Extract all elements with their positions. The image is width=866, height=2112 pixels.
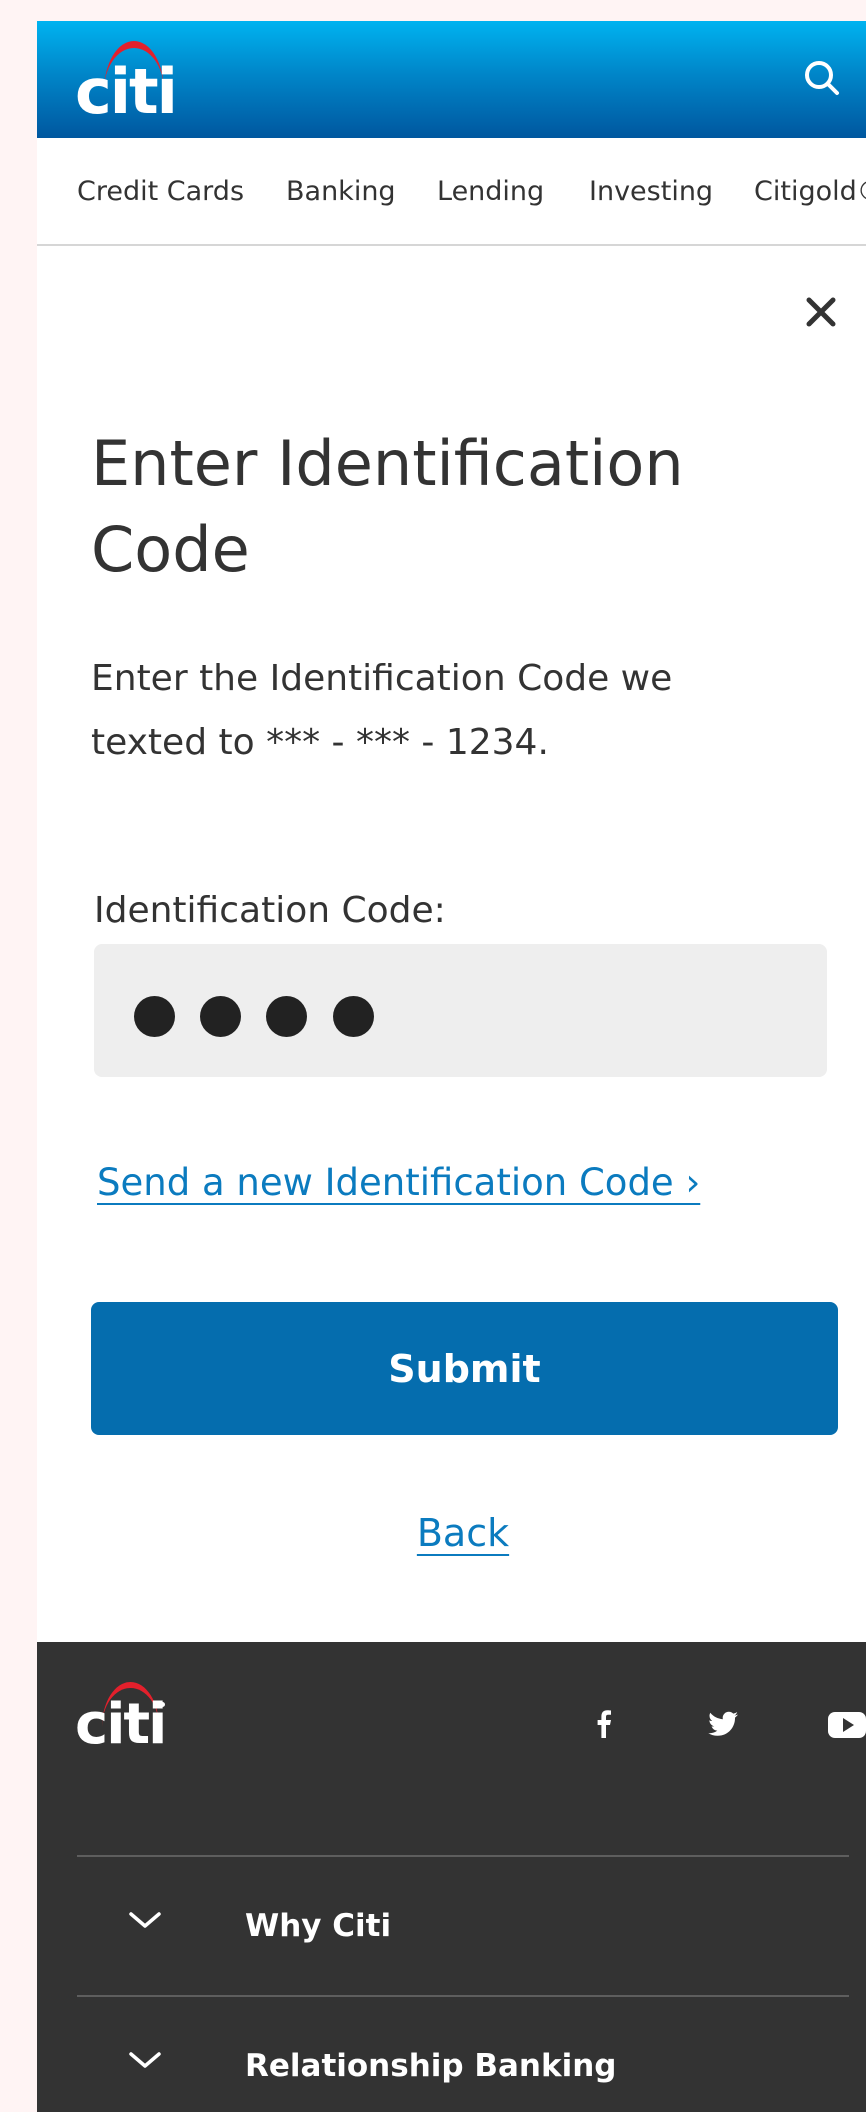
page-frame: citi Credit Cards Banking Lending Invest… bbox=[37, 21, 866, 2112]
twitter-link[interactable] bbox=[703, 1704, 743, 1744]
close-icon bbox=[806, 297, 836, 327]
citi-logo[interactable]: citi bbox=[75, 35, 178, 128]
facebook-link[interactable] bbox=[584, 1704, 624, 1744]
twitter-icon bbox=[708, 1711, 738, 1736]
masked-digit bbox=[266, 996, 307, 1037]
nav-item-banking[interactable]: Banking bbox=[286, 138, 396, 246]
masked-digit bbox=[134, 996, 175, 1037]
search-icon bbox=[805, 61, 839, 95]
nav-item-lending[interactable]: Lending bbox=[437, 138, 544, 246]
nav-item-citigold[interactable]: Citigold® bbox=[754, 138, 866, 246]
nav-item-credit-cards[interactable]: Credit Cards bbox=[77, 138, 244, 246]
youtube-icon bbox=[828, 1712, 866, 1738]
youtube-link[interactable] bbox=[827, 1704, 866, 1744]
chevron-down-icon bbox=[129, 2052, 161, 2068]
page-title: Enter Identification Code bbox=[91, 427, 684, 586]
instructions-text: Enter the Identification Code we texted … bbox=[91, 658, 673, 763]
footer-logo-wordmark: citi bbox=[75, 1692, 167, 1757]
logo-wordmark: citi bbox=[75, 55, 178, 128]
back-link[interactable]: Back bbox=[413, 1511, 513, 1555]
masked-digit bbox=[333, 996, 374, 1037]
footer-logo-registered-mark bbox=[160, 1702, 165, 1707]
facebook-icon bbox=[597, 1710, 611, 1738]
accordion-label: Relationship Banking bbox=[245, 2048, 617, 2084]
masked-digit bbox=[200, 996, 241, 1037]
main-nav: Credit Cards Banking Lending Investing C… bbox=[37, 138, 866, 246]
site-footer: citi Why Citi Relationship Banking bbox=[37, 1642, 866, 2112]
footer-citi-logo[interactable]: citi bbox=[75, 1680, 175, 1760]
close-button[interactable] bbox=[801, 292, 841, 332]
nav-item-investing[interactable]: Investing bbox=[589, 138, 713, 246]
logo-registered-mark bbox=[166, 69, 171, 74]
accordion-relationship-banking[interactable]: Relationship Banking bbox=[77, 1997, 849, 2112]
code-field-label: Identification Code: bbox=[94, 890, 446, 931]
accordion-why-citi[interactable]: Why Citi bbox=[77, 1857, 849, 1995]
identification-code-input[interactable] bbox=[94, 944, 827, 1077]
submit-button[interactable]: Submit bbox=[91, 1302, 838, 1435]
accordion-label: Why Citi bbox=[245, 1908, 392, 1944]
chevron-down-icon bbox=[129, 1912, 161, 1928]
resend-code-link[interactable]: Send a new Identification Code › bbox=[97, 1161, 700, 1204]
search-button[interactable] bbox=[800, 56, 844, 100]
site-header: citi bbox=[37, 21, 866, 138]
